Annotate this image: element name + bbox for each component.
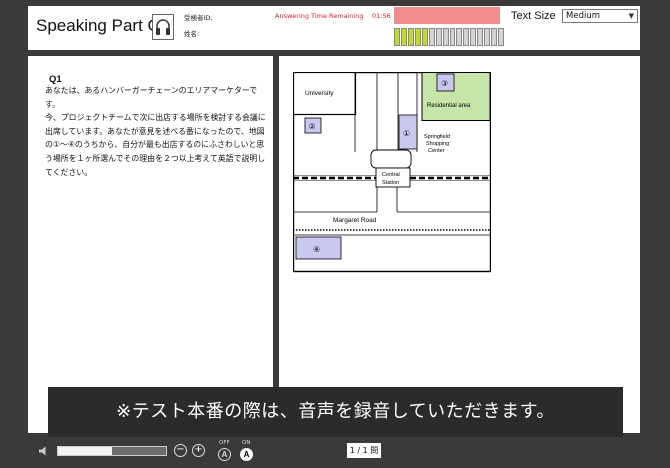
question-panel: Q1 あなたは、あるハンバーガーチェーンのエリアマーケターです。 今、プロジェク… xyxy=(28,56,273,433)
volume-up-button[interactable]: + xyxy=(192,444,205,457)
speaker-icon xyxy=(39,446,46,456)
captions-off-button[interactable]: A xyxy=(218,448,231,461)
volume-fill xyxy=(58,447,112,455)
headphones-icon xyxy=(152,14,174,40)
timer-value: 01:56 xyxy=(372,12,391,20)
residential-label: Residential area xyxy=(427,103,471,109)
level-meter-segment xyxy=(442,28,449,46)
springfield-label-3: Center xyxy=(428,148,445,154)
level-meter-segment xyxy=(394,28,400,46)
marker-1: ① xyxy=(403,129,410,138)
level-meter-segment xyxy=(463,28,470,46)
springfield-label-1: Springfield xyxy=(424,134,450,140)
springfield-label-2: Shopping xyxy=(426,141,449,147)
road-label: Margaret Road xyxy=(333,217,377,224)
app-frame: Speaking Part C 受検者ID: 姓名: Answering Tim… xyxy=(0,0,670,468)
university-label: University xyxy=(305,90,334,97)
volume-down-button[interactable]: − xyxy=(174,444,187,457)
marker-3: ③ xyxy=(441,79,448,88)
level-meter-segment xyxy=(400,28,407,46)
toggle-on-label: ON xyxy=(242,440,251,446)
level-meter-segment xyxy=(414,28,421,46)
level-meter-segment xyxy=(491,28,498,46)
toggle-off-label: OFF xyxy=(219,440,230,446)
text-size-select[interactable]: Medium ▼ xyxy=(562,9,638,23)
level-meter-segment xyxy=(498,28,504,46)
recording-notice: ※テスト本番の際は、音声を録音していただきます。 xyxy=(48,387,623,437)
chevron-down-icon: ▼ xyxy=(628,12,634,20)
marker-4: ④ xyxy=(313,245,320,254)
level-meter-segment xyxy=(484,28,491,46)
level-meter-segment xyxy=(407,28,414,46)
examinee-name-label: 姓名: xyxy=(184,30,200,38)
timer-label: Answering Time Remaining xyxy=(275,12,364,20)
level-meter-segment xyxy=(428,28,435,46)
marker-2: ② xyxy=(309,122,316,131)
station-label-2: Station xyxy=(382,180,399,186)
station-roundabout xyxy=(370,149,412,169)
header-bar: Speaking Part C 受検者ID: 姓名: Answering Tim… xyxy=(28,6,640,50)
text-size-label: Text Size xyxy=(511,10,556,22)
level-meter-segment xyxy=(449,28,456,46)
level-meter-segment xyxy=(421,28,428,46)
residential-area xyxy=(421,72,491,121)
map-panel: University Residential area ② ③ ① Spring… xyxy=(279,56,640,433)
page-counter: 1 / 1 問 xyxy=(347,443,381,458)
question-text: あなたは、あるハンバーガーチェーンのエリアマーケターです。 今、プロジェクトチー… xyxy=(45,86,266,177)
level-meter-segment xyxy=(477,28,484,46)
station-label-1: Central xyxy=(382,172,400,178)
level-meter-segment xyxy=(470,28,477,46)
level-meter-segment xyxy=(435,28,442,46)
area-map: University Residential area ② ③ ① Spring… xyxy=(293,72,491,273)
level-meter-segment xyxy=(456,28,463,46)
recording-level-meter xyxy=(394,28,504,46)
text-size-value: Medium xyxy=(566,11,600,21)
examinee-id-label: 受検者ID: xyxy=(184,14,213,22)
timer-progress-bar xyxy=(394,7,500,24)
volume-slider[interactable] xyxy=(57,446,167,456)
page-title: Speaking Part C xyxy=(36,16,160,35)
captions-on-button[interactable]: A xyxy=(240,448,253,461)
